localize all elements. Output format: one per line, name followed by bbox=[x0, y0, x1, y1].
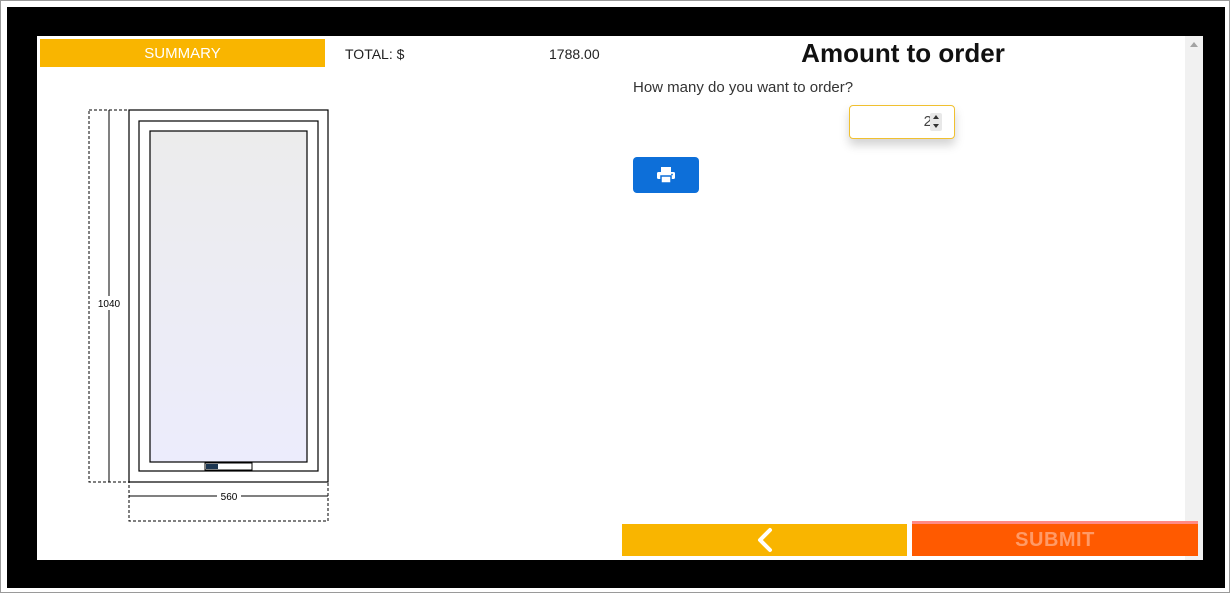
scroll-up-icon[interactable] bbox=[1190, 42, 1198, 47]
main-content: SUMMARY TOTAL: $ 1788.00 1040 560 Amount… bbox=[37, 36, 1203, 560]
back-button[interactable] bbox=[622, 524, 907, 556]
height-dimension-label: 1040 bbox=[98, 299, 121, 310]
app-window: SUMMARY TOTAL: $ 1788.00 1040 560 Amount… bbox=[0, 0, 1230, 593]
stepper-control[interactable] bbox=[930, 113, 942, 131]
print-button[interactable] bbox=[633, 157, 699, 193]
page-title: Amount to order bbox=[801, 38, 1005, 68]
print-icon bbox=[657, 167, 675, 183]
quantity-question: How many do you want to order? bbox=[633, 79, 854, 96]
window-drawing: 1040 560 bbox=[88, 109, 329, 522]
stepper-up-icon[interactable] bbox=[933, 115, 939, 119]
submit-button[interactable]: SUBMIT bbox=[912, 521, 1198, 556]
vertical-scrollbar[interactable] bbox=[1185, 36, 1203, 560]
summary-label: SUMMARY bbox=[144, 44, 221, 62]
glass-pane bbox=[149, 130, 308, 463]
stepper-down-icon[interactable] bbox=[933, 124, 939, 128]
handle-grip bbox=[206, 464, 218, 469]
quantity-stepper[interactable]: 2 bbox=[849, 105, 955, 139]
total-value: 1788.00 bbox=[549, 46, 600, 62]
total-label: TOTAL: $ bbox=[345, 46, 405, 62]
window-frame: SUMMARY TOTAL: $ 1788.00 1040 560 Amount… bbox=[7, 7, 1225, 588]
width-dimension-label: 560 bbox=[221, 492, 238, 503]
summary-header: SUMMARY bbox=[40, 39, 325, 67]
chevron-left-icon bbox=[757, 528, 772, 552]
quantity-value[interactable]: 2 bbox=[850, 106, 932, 138]
